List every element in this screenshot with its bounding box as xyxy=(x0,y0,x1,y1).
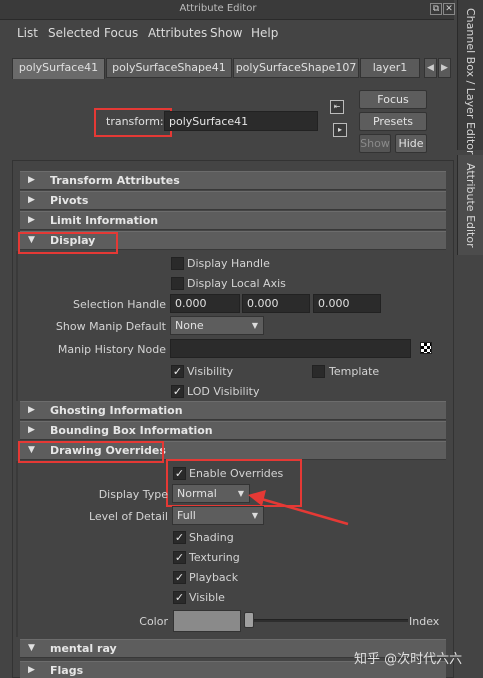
menu-help[interactable]: Help xyxy=(251,26,278,40)
display-type-dropdown[interactable]: Normal ▼ xyxy=(172,484,250,503)
title-bar: Attribute Editor ⧉ ✕ xyxy=(0,0,455,20)
section-title: Pivots xyxy=(50,194,89,207)
collapsed-arrow-icon: ▶ xyxy=(28,665,35,675)
lod-visibility-label: LOD Visibility xyxy=(187,385,260,398)
side-tab-channel-box-label: Channel Box / Layer Editor xyxy=(464,8,477,155)
load-attributes-icon[interactable]: ⇤ xyxy=(330,100,344,114)
presets-button[interactable]: Presets xyxy=(359,112,427,131)
close-icon[interactable]: ✕ xyxy=(443,3,455,15)
level-of-detail-value: Full xyxy=(177,509,196,522)
section-transform-attributes[interactable]: ▶ Transform Attributes xyxy=(20,171,446,190)
visible-label: Visible xyxy=(189,591,225,604)
display-type-label: Display Type xyxy=(98,488,168,501)
collapsed-arrow-icon: ▶ xyxy=(28,215,35,225)
visibility-label: Visibility xyxy=(187,365,234,378)
collapsed-arrow-icon: ▶ xyxy=(28,405,35,415)
annotation-arrow xyxy=(248,490,349,526)
selection-handle-x-field[interactable]: 0.000 xyxy=(170,294,240,313)
menu-focus[interactable]: Focus xyxy=(104,26,138,40)
checker-icon[interactable] xyxy=(420,342,432,354)
side-tab-attribute-editor-label: Attribute Editor xyxy=(464,163,477,248)
side-tab-channel-box[interactable]: Channel Box / Layer Editor xyxy=(457,0,483,155)
enable-overrides-label: Enable Overrides xyxy=(189,467,284,480)
menu-show[interactable]: Show xyxy=(210,26,242,40)
display-local-axis-label: Display Local Axis xyxy=(187,277,286,290)
highlight-display-box xyxy=(18,232,118,254)
tab-layer1[interactable]: layer1 xyxy=(360,58,420,78)
section-pivots[interactable]: ▶ Pivots xyxy=(20,191,446,210)
section-title: Ghosting Information xyxy=(50,404,183,417)
playback-checkbox[interactable]: ✓ xyxy=(173,571,186,584)
section-title: Limit Information xyxy=(50,214,159,227)
tab-polysurfaceshape41[interactable]: polySurfaceShape41 xyxy=(106,58,232,78)
collapsed-arrow-icon: ▶ xyxy=(28,195,35,205)
selection-handle-label: Selection Handle xyxy=(73,298,166,311)
node-name-field[interactable]: polySurface41 xyxy=(164,111,318,131)
visible-checkbox[interactable]: ✓ xyxy=(173,591,186,604)
enable-overrides-checkbox[interactable]: ✓ xyxy=(173,467,186,480)
watermark: 知乎 @次时代六六 xyxy=(354,652,463,667)
show-manip-default-label: Show Manip Default xyxy=(55,320,166,333)
focus-button[interactable]: Focus xyxy=(359,90,427,109)
tab-scroll-left-icon[interactable]: ◀ xyxy=(424,58,437,78)
tab-scroll-right-icon[interactable]: ▶ xyxy=(438,58,451,78)
node-type-label: transform: xyxy=(106,115,164,128)
shading-label: Shading xyxy=(189,531,234,544)
menu-list[interactable]: List xyxy=(17,26,38,40)
copy-tab-icon[interactable]: ▸ xyxy=(333,123,347,137)
section-title: Transform Attributes xyxy=(50,174,180,187)
side-tab-attribute-editor[interactable]: Attribute Editor xyxy=(457,155,483,255)
section-ghosting-information[interactable]: ▶ Ghosting Information xyxy=(20,401,446,420)
drawing-indent-bar xyxy=(16,461,18,637)
visibility-checkbox[interactable]: ✓ xyxy=(171,365,184,378)
chevron-down-icon: ▼ xyxy=(251,321,259,330)
collapsed-arrow-icon: ▶ xyxy=(28,425,35,435)
hide-button[interactable]: Hide xyxy=(395,134,427,153)
display-handle-checkbox[interactable] xyxy=(171,257,184,270)
display-indent-bar xyxy=(16,251,18,401)
color-swatch[interactable] xyxy=(173,610,241,632)
float-window-icon[interactable]: ⧉ xyxy=(430,3,442,15)
shading-checkbox[interactable]: ✓ xyxy=(173,531,186,544)
slider-handle[interactable] xyxy=(244,612,254,628)
section-title: Bounding Box Information xyxy=(50,424,213,437)
level-of-detail-label: Level of Detail xyxy=(88,510,168,523)
display-type-value: Normal xyxy=(177,487,217,500)
playback-label: Playback xyxy=(189,571,239,584)
window-title: Attribute Editor xyxy=(179,3,257,14)
index-label: Index xyxy=(409,615,440,628)
color-label: Color xyxy=(139,615,168,628)
show-button[interactable]: Show xyxy=(359,134,391,153)
display-local-axis-checkbox[interactable] xyxy=(171,277,184,290)
highlight-drawing-overrides-box xyxy=(18,441,164,463)
section-title: mental ray xyxy=(50,642,117,655)
section-limit-information[interactable]: ▶ Limit Information xyxy=(20,211,446,230)
texturing-checkbox[interactable]: ✓ xyxy=(173,551,186,564)
menu-selected[interactable]: Selected xyxy=(48,26,100,40)
tab-polysurface41[interactable]: polySurface41 xyxy=(12,58,105,79)
section-title: Flags xyxy=(50,664,84,677)
show-manip-default-value: None xyxy=(175,319,204,332)
tab-polysurfaceshape107[interactable]: polySurfaceShape107 xyxy=(233,58,359,78)
selection-handle-z-field[interactable]: 0.000 xyxy=(313,294,381,313)
show-manip-default-dropdown[interactable]: None ▼ xyxy=(170,316,264,335)
template-label: Template xyxy=(329,365,380,378)
section-bounding-box-information[interactable]: ▶ Bounding Box Information xyxy=(20,421,446,440)
color-index-slider[interactable] xyxy=(250,619,408,622)
template-checkbox[interactable] xyxy=(312,365,325,378)
manip-history-node-field[interactable] xyxy=(170,339,411,358)
lod-visibility-checkbox[interactable]: ✓ xyxy=(171,385,184,398)
display-handle-label: Display Handle xyxy=(187,257,270,270)
manip-history-node-label: Manip History Node xyxy=(57,343,166,356)
expanded-arrow-icon: ▼ xyxy=(28,643,35,653)
menu-attributes[interactable]: Attributes xyxy=(148,26,207,40)
texturing-label: Texturing xyxy=(189,551,240,564)
collapsed-arrow-icon: ▶ xyxy=(28,175,35,185)
selection-handle-y-field[interactable]: 0.000 xyxy=(242,294,310,313)
